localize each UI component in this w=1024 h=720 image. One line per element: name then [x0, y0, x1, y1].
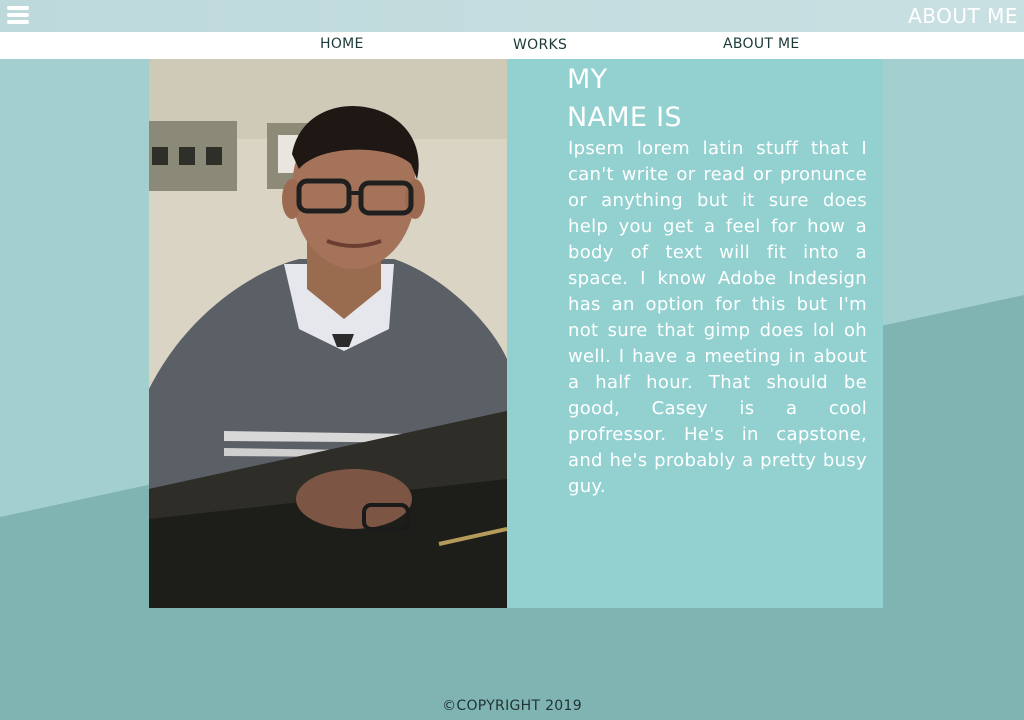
nav-link-about-me[interactable]: ABOUT ME: [723, 36, 800, 52]
hamburger-menu-icon[interactable]: [7, 6, 29, 26]
name-heading-line1: MY: [567, 64, 608, 95]
nav-link-home[interactable]: HOME: [320, 36, 364, 52]
bio-text: Ipsem lorem latin stuff that I can't wri…: [568, 138, 867, 497]
top-bar: ABOUT ME: [0, 0, 1024, 32]
page-title: ABOUT ME: [908, 4, 1018, 28]
nav-link-works[interactable]: WORKS: [513, 37, 567, 53]
profile-photo: [149, 59, 507, 608]
profile-card: MY NAME IS Ipsem lorem latin stuff that …: [149, 59, 883, 608]
name-heading: MY NAME IS: [567, 61, 682, 137]
name-heading-line2: NAME IS: [567, 102, 682, 133]
main-nav: HOME WORKS ABOUT ME: [0, 32, 1024, 59]
copyright-footer: ©COPYRIGHT 2019: [442, 698, 582, 714]
bio-panel: MY NAME IS Ipsem lorem latin stuff that …: [507, 59, 883, 608]
